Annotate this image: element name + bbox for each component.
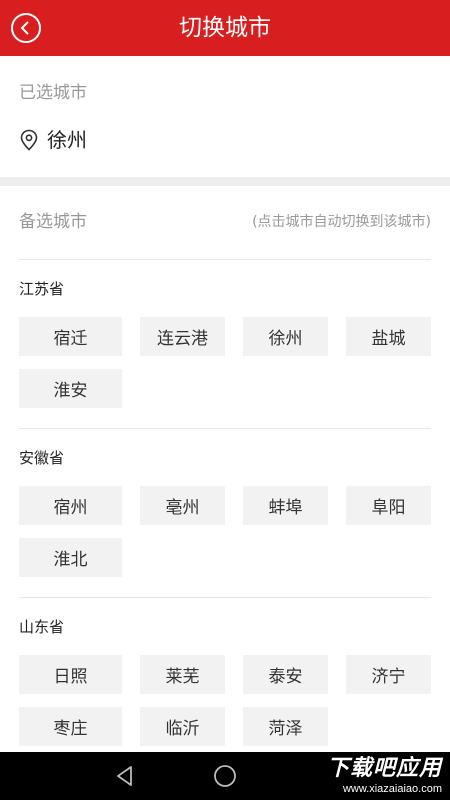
divider [19,259,431,260]
candidate-cities-label: 备选城市 [19,212,87,232]
selected-city-label: 已选城市 [19,83,87,103]
city-button[interactable]: 淮安 [19,369,122,408]
watermark-logo: 下载吧应用 www.xiazaiaiao.com [327,756,442,796]
divider [19,428,431,429]
city-button[interactable]: 淮北 [19,538,122,577]
province-name: 江苏省 [19,280,65,298]
watermark-sub-text: www.xiazaiaiao.com [342,783,442,795]
city-button[interactable]: 亳州 [140,486,225,525]
city-button[interactable]: 菏泽 [243,707,328,746]
province-name: 山东省 [19,618,65,636]
home-circle-icon[interactable] [213,764,237,788]
city-button[interactable]: 蚌埠 [243,486,328,525]
location-pin-icon [20,129,38,151]
city-button[interactable]: 枣庄 [19,707,122,746]
back-triangle-icon[interactable] [113,764,137,788]
section-separator [0,177,450,186]
city-button[interactable]: 阜阳 [346,486,431,525]
city-button[interactable]: 泰安 [243,655,328,694]
current-city-name: 徐州 [47,128,87,152]
city-button[interactable]: 连云港 [140,317,225,356]
current-city[interactable]: 徐州 [19,126,87,154]
city-button[interactable]: 徐州 [243,317,328,356]
header: 切换城市 [0,0,450,56]
province-name: 安徽省 [19,449,65,467]
selected-city-section: 已选城市 徐州 [0,56,450,177]
divider [19,597,431,598]
watermark-main-text: 下载吧应用 [326,756,442,781]
city-button[interactable]: 济宁 [346,655,431,694]
city-button[interactable]: 宿迁 [19,317,122,356]
city-button[interactable]: 临沂 [140,707,225,746]
candidate-cities-section[interactable]: 备选城市 (点击城市自动切换到该城市) 江苏省 宿迁 连云港 徐州 盐城 淮安 … [0,186,450,752]
city-button[interactable]: 宿州 [19,486,122,525]
city-button[interactable]: 盐城 [346,317,431,356]
city-button[interactable]: 莱芜 [140,655,225,694]
system-nav-bar: 下载吧应用 www.xiazaiaiao.com [0,752,450,800]
city-button[interactable]: 日照 [19,655,122,694]
candidate-hint: (点击城市自动切换到该城市) [252,214,431,230]
page-title: 切换城市 [179,15,271,41]
